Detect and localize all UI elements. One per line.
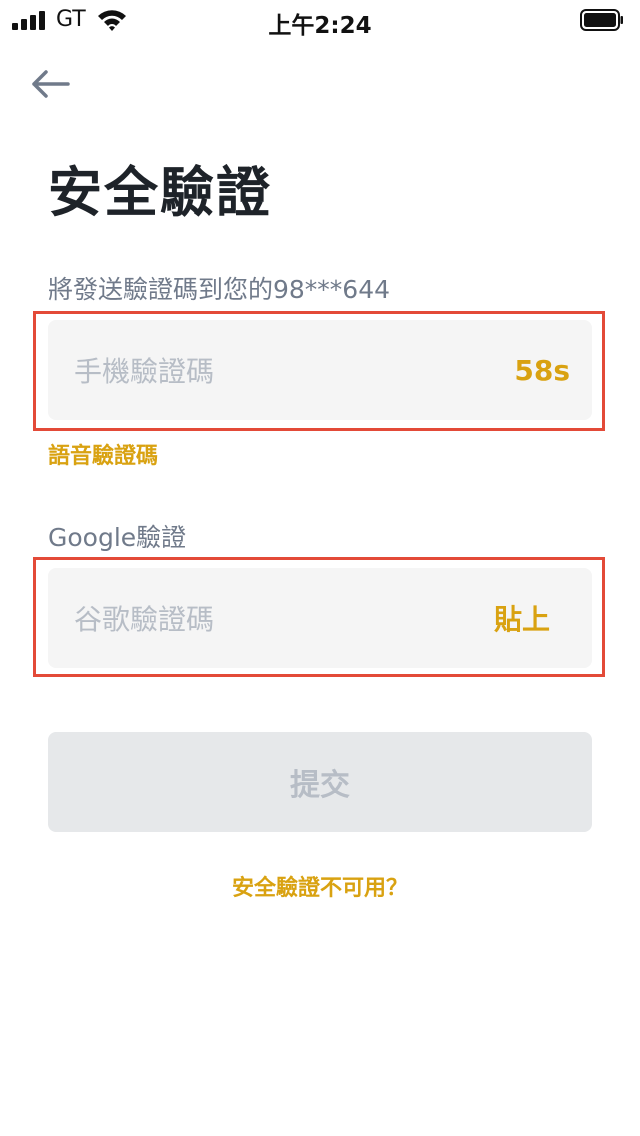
google-code-field[interactable]: 貼上 xyxy=(48,568,592,670)
arrow-left-icon xyxy=(32,70,70,98)
voice-code-link[interactable]: 語音驗證碼 xyxy=(48,438,158,470)
paste-button[interactable]: 貼上 xyxy=(494,568,550,668)
page-title: 安全驗證 xyxy=(48,161,272,224)
sms-countdown: 58s xyxy=(514,353,570,387)
google-auth-label: Google驗證 xyxy=(48,523,187,552)
security-unavailable-link[interactable]: 安全驗證不可用？ xyxy=(0,870,640,902)
sms-code-input[interactable] xyxy=(72,320,456,422)
sms-code-field[interactable]: 58s xyxy=(48,320,592,422)
status-time: 上午2:24 xyxy=(268,13,372,39)
security-verification-screen: GT 上午2:24 安全驗證 將發送驗證碼到您的98***644 58s 語音驗… xyxy=(0,0,640,1136)
back-button[interactable] xyxy=(28,64,72,104)
sms-code-label: 將發送驗證碼到您的98***644 xyxy=(48,275,391,304)
submit-button[interactable]: 提交 xyxy=(48,732,592,832)
status-bar: GT 上午2:24 xyxy=(0,0,640,44)
battery-icon xyxy=(580,9,623,31)
google-code-input[interactable] xyxy=(72,568,456,670)
